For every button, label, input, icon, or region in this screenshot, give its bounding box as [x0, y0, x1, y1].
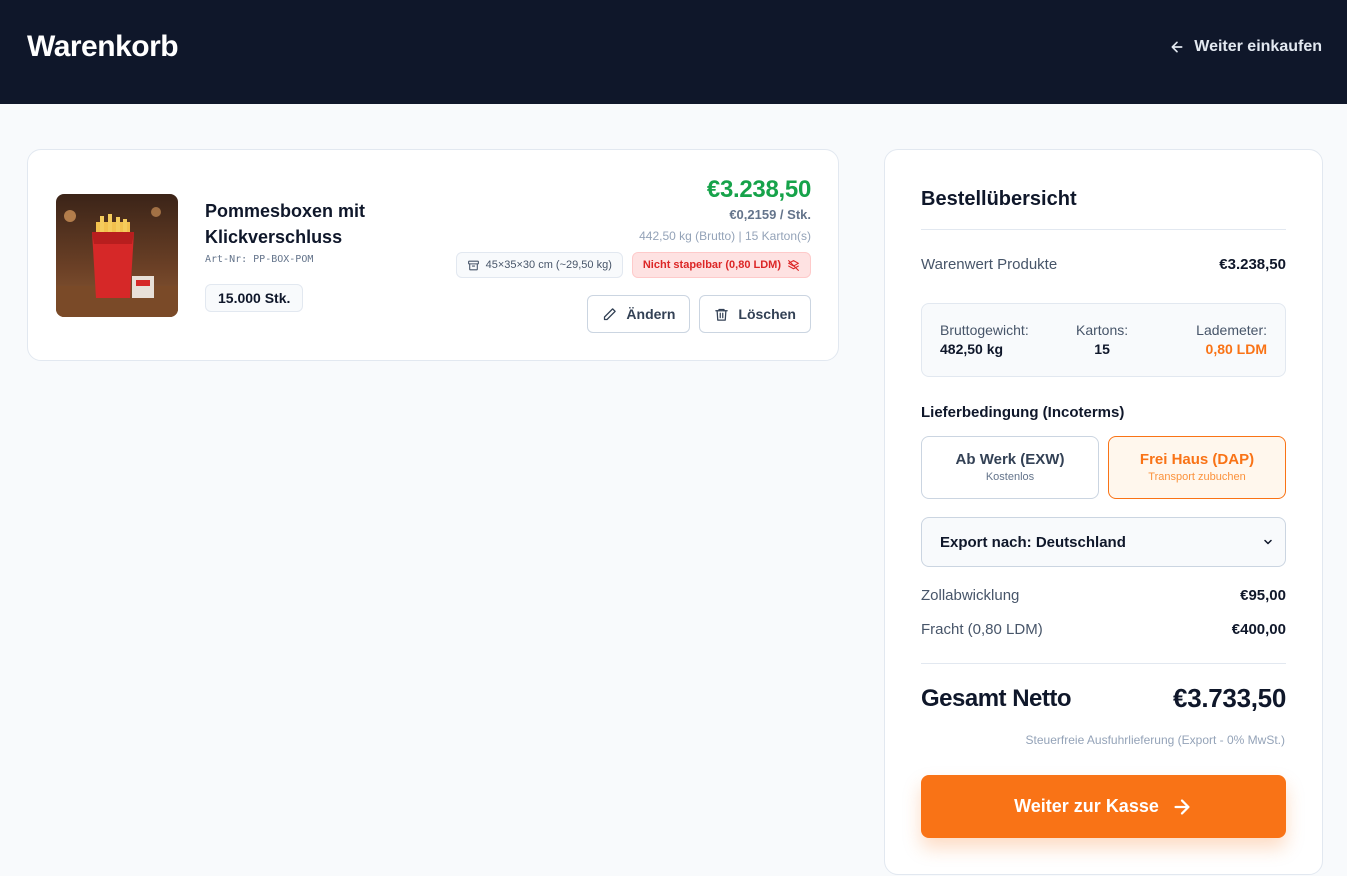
checkout-label: Weiter zur Kasse: [1014, 796, 1159, 816]
edit-button[interactable]: Ändern: [587, 295, 691, 333]
not-stackable-label: Nicht stapelbar (0,80 LDM): [642, 259, 781, 271]
item-unit-price: €0,2159 / Stk.: [729, 207, 811, 222]
product-image: [56, 194, 178, 317]
customs-label: Zollabwicklung: [921, 587, 1020, 604]
total-value: €3.733,50: [1173, 683, 1286, 713]
cartons-label: Kartons:: [1076, 322, 1129, 338]
product-name: Pommesboxen mit Klickverschluss: [205, 201, 366, 247]
incoterm-dap-title: Frei Haus (DAP): [1139, 451, 1255, 468]
trash-icon: [715, 308, 729, 321]
total-divider: [921, 663, 1286, 664]
loading-meter-value: 0,80 LDM: [1205, 341, 1267, 357]
incoterm-exw-option[interactable]: Ab Werk (EXW) Kostenlos: [921, 436, 1099, 499]
pencil-icon: [604, 307, 617, 320]
customs-value: €95,00: [1240, 587, 1286, 604]
export-country-value: Export nach: Deutschland: [940, 533, 1126, 551]
customs-row: Zollabwicklung €95,00: [921, 587, 1286, 604]
summary-title: Bestellübersicht: [921, 188, 1077, 210]
cartons-stat: Kartons: 15: [1076, 322, 1128, 357]
freight-label: Fracht (0,80 LDM): [921, 621, 1043, 638]
incoterm-dap-option[interactable]: Frei Haus (DAP) Transport zubuchen: [1108, 436, 1286, 499]
app-header: Warenkorb Weiter einkaufen: [0, 0, 1347, 104]
loading-meter-stat: Lademeter: 0,80 LDM: [1196, 322, 1267, 357]
incoterm-exw-title: Ab Werk (EXW): [955, 451, 1065, 468]
page-title: Warenkorb: [27, 30, 179, 63]
item-weight-meta: 442,50 kg (Brutto) | 15 Karton(s): [639, 229, 811, 243]
loading-meter-label: Lademeter:: [1196, 322, 1267, 338]
checkout-button[interactable]: Weiter zur Kasse: [921, 775, 1286, 838]
continue-shopping-label: Weiter einkaufen: [1194, 38, 1322, 55]
incoterm-label: Lieferbedingung (Incoterms): [921, 404, 1125, 421]
export-country-select[interactable]: Export nach: Deutschland: [921, 517, 1286, 567]
gross-weight-label: Bruttogewicht:: [940, 322, 1029, 338]
layers-off-icon: [788, 259, 799, 271]
edit-label: Ändern: [626, 306, 676, 322]
summary-divider: [921, 229, 1286, 230]
gross-weight-stat: Bruttogewicht: 482,50 kg: [940, 322, 1029, 357]
item-tags: 45×35×30 cm (~29,50 kg) Nicht stapelbar …: [455, 252, 811, 278]
delete-button[interactable]: Löschen: [699, 295, 811, 333]
order-summary: Bestellübersicht Warenwert Produkte €3.2…: [884, 149, 1323, 875]
goods-value-label: Warenwert Produkte: [921, 256, 1058, 273]
delete-label: Löschen: [738, 306, 796, 322]
goods-value-row: Warenwert Produkte €3.238,50: [921, 256, 1286, 273]
arrow-right-icon: [1174, 798, 1190, 815]
incoterm-exw-subtitle: Kostenlos: [985, 471, 1035, 483]
gross-weight-value: 482,50 kg: [940, 341, 1004, 357]
freight-row: Fracht (0,80 LDM) €400,00: [921, 621, 1286, 638]
dimension-tag-label: 45×35×30 cm (~29,50 kg): [485, 259, 612, 271]
cartons-value: 15: [1094, 341, 1110, 357]
total-label: Gesamt Netto: [921, 684, 1072, 712]
cart-item-card: Pommesboxen mit Klickverschluss Art-Nr: …: [27, 149, 839, 361]
box-icon: [467, 260, 479, 270]
continue-shopping-link[interactable]: Weiter einkaufen: [1169, 38, 1322, 56]
item-actions: Ändern Löschen: [587, 295, 811, 333]
not-stackable-tag: Nicht stapelbar (0,80 LDM): [631, 252, 811, 278]
shipment-stats: Bruttogewicht: 482,50 kg Kartons: 15 Lad…: [921, 303, 1286, 377]
total-row: Gesamt Netto €3.733,50: [921, 683, 1286, 714]
product-sku: Art-Nr: PP-BOX-POM: [205, 254, 314, 265]
arrow-left-icon: [1171, 41, 1183, 53]
quantity-badge: 15.000 Stk.: [205, 284, 304, 312]
tax-note: Steuerfreie Ausfuhrlieferung (Export - 0…: [1025, 733, 1285, 747]
incoterm-dap-subtitle: Transport zubuchen: [1148, 471, 1246, 483]
dimension-tag: 45×35×30 cm (~29,50 kg): [455, 252, 623, 278]
chevron-down-icon: [1264, 539, 1272, 545]
item-total-price: €3.238,50: [706, 176, 811, 203]
freight-value: €400,00: [1231, 621, 1286, 638]
goods-value: €3.238,50: [1219, 256, 1286, 273]
